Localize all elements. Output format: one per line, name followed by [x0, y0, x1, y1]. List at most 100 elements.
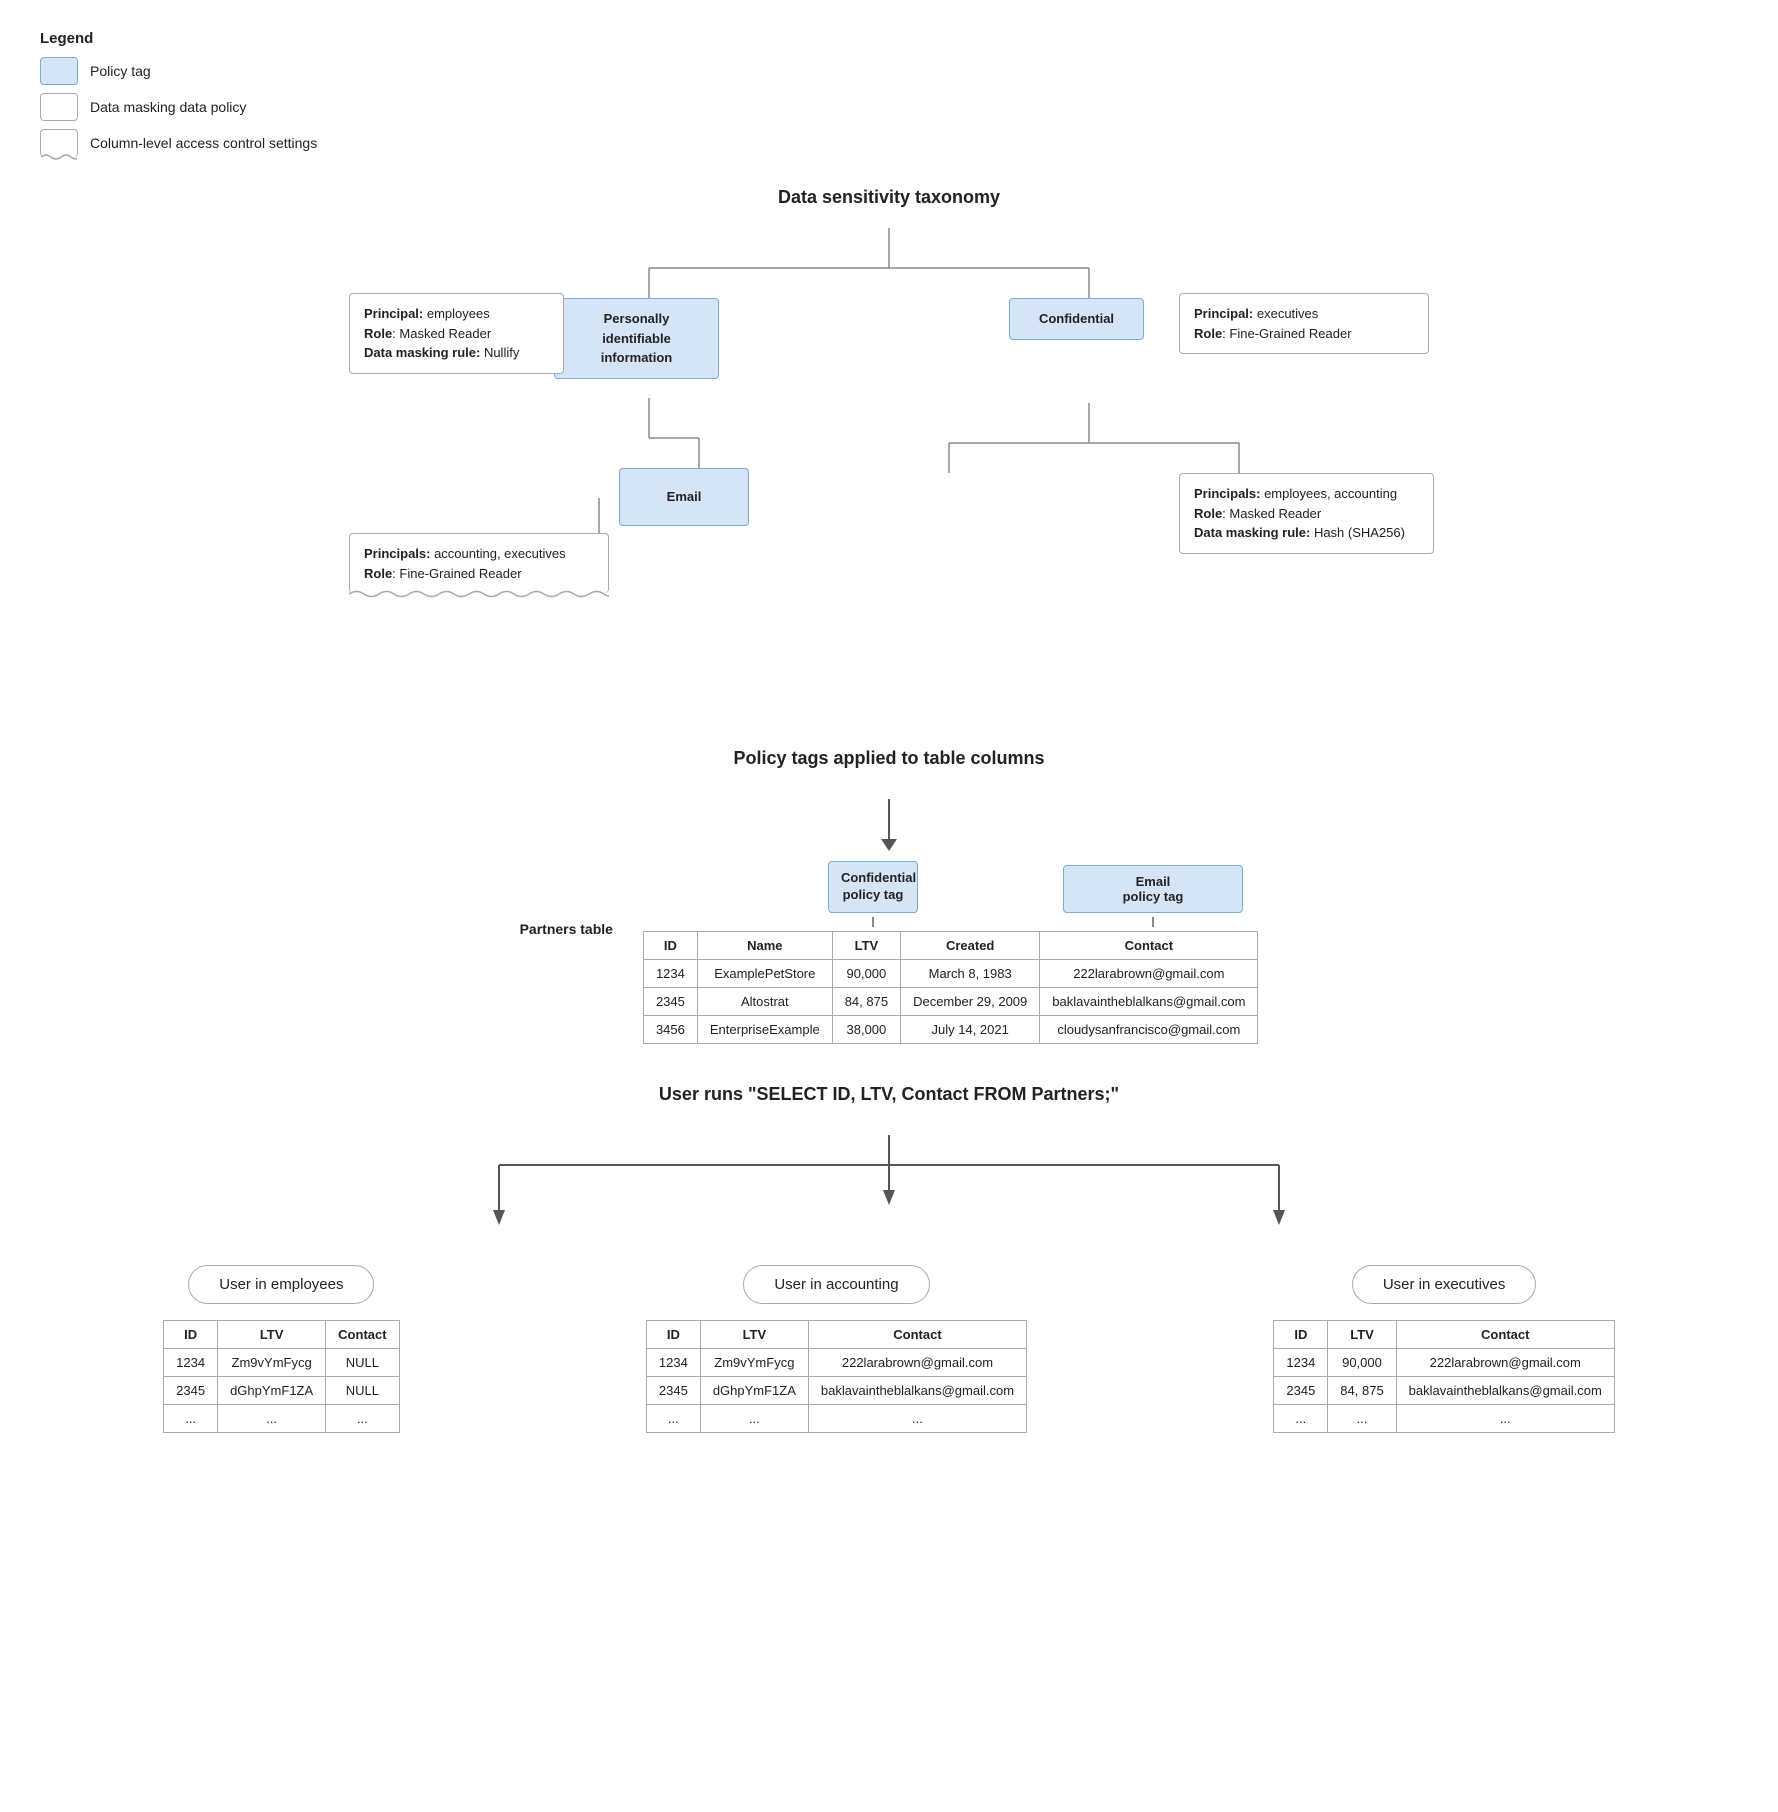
partners-layout: Partners table Confidentialpolicy tag: [520, 861, 1259, 1044]
user-executives-pill: User in executives: [1352, 1265, 1537, 1304]
email-tag-wrapper: Emailpolicy tag: [1063, 865, 1243, 927]
table-cell: December 29, 2009: [901, 987, 1040, 1015]
legend: Legend Policy tag Data masking data poli…: [40, 30, 1738, 157]
table-cell: 222larabrown@gmail.com: [1040, 959, 1258, 987]
employees-access-node: Principal: employees Role: Masked Reader…: [349, 293, 564, 374]
employees-rule-label: Data masking rule:: [364, 345, 484, 360]
col-header-ltv: LTV: [832, 931, 900, 959]
employees-role-val: Masked Reader: [399, 326, 491, 341]
table-cell: baklavaintheblalkans@gmail.com: [808, 1376, 1026, 1404]
table-cell: NULL: [326, 1348, 399, 1376]
table-row: 1234Zm9vYmFycg222larabrown@gmail.com: [646, 1348, 1026, 1376]
table-cell: 90,000: [1328, 1348, 1396, 1376]
legend-item-column-access: Column-level access control settings: [40, 129, 1738, 157]
policy-tags-section: Policy tags applied to table columns Par…: [40, 748, 1738, 1044]
table-cell: 222larabrown@gmail.com: [808, 1348, 1026, 1376]
executives-access-node: Principal: executives Role: Fine-Grained…: [1179, 293, 1429, 354]
table-row: 1234Zm9vYmFycgNULL: [164, 1348, 399, 1376]
email-label: Email: [667, 489, 702, 504]
acc-col-id: ID: [646, 1320, 700, 1348]
emp-col-contact: Contact: [326, 1320, 399, 1348]
table-row: 2345dGhpYmF1ZAbaklavaintheblalkans@gmail…: [646, 1376, 1026, 1404]
accounting-result-table: ID LTV Contact 1234Zm9vYmFycg222larabrow…: [646, 1320, 1027, 1433]
emp-col-id: ID: [164, 1320, 218, 1348]
table-cell: 222larabrown@gmail.com: [1396, 1348, 1614, 1376]
emp-acc-rule-val: Hash (SHA256): [1314, 525, 1405, 540]
partners-table-wrapper: Confidentialpolicy tag Emailpolicy tag: [643, 861, 1258, 1044]
table-cell: cloudysanfrancisco@gmail.com: [1040, 1015, 1258, 1043]
table-cell: ...: [326, 1404, 399, 1432]
table-cell: NULL: [326, 1376, 399, 1404]
pii-label: Personally identifiable information: [601, 311, 673, 365]
executives-role-val: Fine-Grained Reader: [1229, 326, 1351, 341]
executives-header-row: ID LTV Contact: [1274, 1320, 1614, 1348]
user-columns: User in employees ID LTV Contact 1234Zm9…: [40, 1265, 1738, 1433]
emp-acc-principals-val: employees, accounting: [1264, 486, 1397, 501]
accounting-role-label: Role: [364, 566, 392, 581]
employees-principal-label: Principal:: [364, 306, 427, 321]
policy-tag-labels-row: Confidentialpolicy tag Emailpolicy tag: [643, 861, 1258, 927]
policy-tags-title: Policy tags applied to table columns: [40, 748, 1738, 769]
table-row: 3456EnterpriseExample38,000July 14, 2021…: [643, 1015, 1257, 1043]
table-row: 2345Altostrat84, 875December 29, 2009bak…: [643, 987, 1257, 1015]
col-header-name: Name: [697, 931, 832, 959]
legend-label-data-masking: Data masking data policy: [90, 99, 246, 115]
table-cell: ...: [1328, 1404, 1396, 1432]
table-cell: 1234: [643, 959, 697, 987]
table-cell: 2345: [1274, 1376, 1328, 1404]
col-header-contact: Contact: [1040, 931, 1258, 959]
legend-label-policy-tag: Policy tag: [90, 63, 151, 79]
branches-container: [339, 1135, 1439, 1255]
employees-principal-val: employees: [427, 306, 490, 321]
emp-acc-rule-label: Data masking rule:: [1194, 525, 1314, 540]
table-cell: July 14, 2021: [901, 1015, 1040, 1043]
confidential-tag-wrapper: Confidentialpolicy tag: [828, 861, 918, 927]
table-cell: 1234: [1274, 1348, 1328, 1376]
table-cell: ExamplePetStore: [697, 959, 832, 987]
table-row: .........: [1274, 1404, 1614, 1432]
data-masking-icon: [40, 93, 78, 121]
legend-item-data-masking: Data masking data policy: [40, 93, 1738, 121]
table-row: .........: [646, 1404, 1026, 1432]
acc-col-ltv: LTV: [700, 1320, 808, 1348]
accounting-header-row: ID LTV Contact: [646, 1320, 1026, 1348]
table-cell: Zm9vYmFycg: [218, 1348, 326, 1376]
pii-node: Personally identifiable information: [554, 298, 719, 379]
table-cell: 1234: [164, 1348, 218, 1376]
emp-acc-principals-label: Principals:: [1194, 486, 1264, 501]
table-cell: 84, 875: [832, 987, 900, 1015]
table-cell: 2345: [164, 1376, 218, 1404]
confidential-node: Confidential: [1009, 298, 1144, 340]
arrow-down-policy: [881, 799, 897, 851]
table-cell: 2345: [643, 987, 697, 1015]
table-cell: ...: [218, 1404, 326, 1432]
table-cell: ...: [1396, 1404, 1614, 1432]
user-executives-column: User in executives ID LTV Contact 123490…: [1273, 1265, 1614, 1433]
table-row: 2345dGhpYmF1ZANULL: [164, 1376, 399, 1404]
table-cell: ...: [646, 1404, 700, 1432]
employees-rule-val: Nullify: [484, 345, 519, 360]
column-access-icon: [40, 129, 78, 157]
executives-principal-val: executives: [1257, 306, 1318, 321]
col-header-id: ID: [643, 931, 697, 959]
table-row: 234584, 875baklavaintheblalkans@gmail.co…: [1274, 1376, 1614, 1404]
confidential-label: Confidential: [1039, 311, 1114, 326]
query-section: User runs "SELECT ID, LTV, Contact FROM …: [40, 1084, 1738, 1433]
table-row: 1234ExamplePetStore90,000March 8, 198322…: [643, 959, 1257, 987]
partners-table: ID Name LTV Created Contact 1234ExampleP…: [643, 931, 1258, 1044]
table-cell: ...: [808, 1404, 1026, 1432]
legend-title: Legend: [40, 30, 1738, 47]
table-cell: 2345: [646, 1376, 700, 1404]
executives-result-table: ID LTV Contact 123490,000222larabrown@gm…: [1273, 1320, 1614, 1433]
table-cell: ...: [700, 1404, 808, 1432]
table-cell: baklavaintheblalkans@gmail.com: [1396, 1376, 1614, 1404]
executives-principal-label: Principal:: [1194, 306, 1257, 321]
user-accounting-column: User in accounting ID LTV Contact 1234Zm…: [646, 1265, 1027, 1433]
partners-label: Partners table: [520, 861, 613, 937]
acc-col-contact: Contact: [808, 1320, 1026, 1348]
accounting-principals-val: accounting, executives: [434, 546, 566, 561]
table-cell: Altostrat: [697, 987, 832, 1015]
accounting-principals-label: Principals:: [364, 546, 434, 561]
legend-label-column-access: Column-level access control settings: [90, 135, 317, 151]
emp-acc-role-val: Masked Reader: [1229, 506, 1321, 521]
